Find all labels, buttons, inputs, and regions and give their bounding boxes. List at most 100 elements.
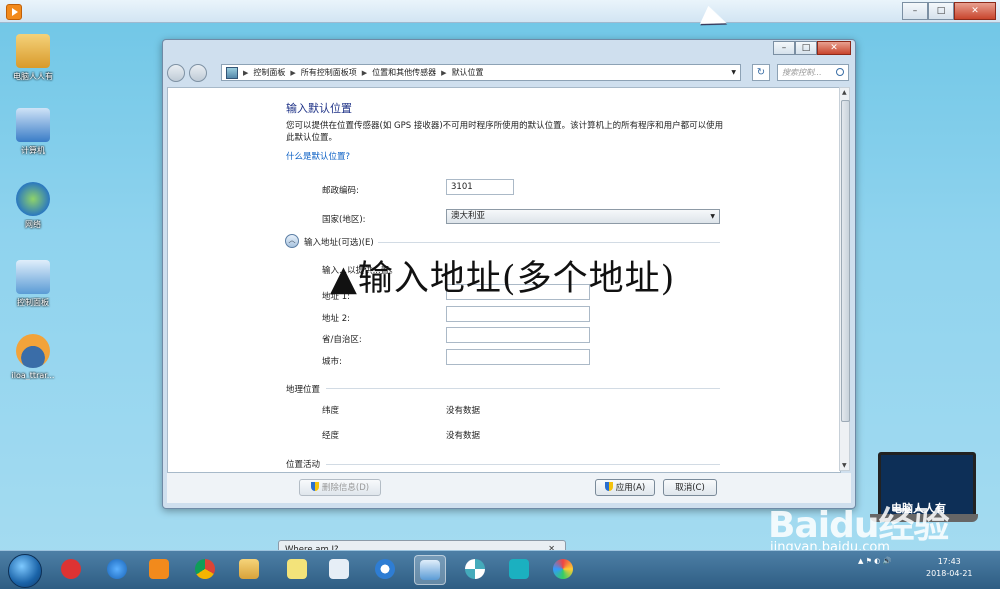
desktop-icon-network[interactable]: 网络 [6,182,60,230]
media-player-icon[interactable] [6,4,22,20]
country-select[interactable]: 澳大利亚 [446,209,720,224]
divider [378,242,720,243]
taskbar-notes[interactable] [282,555,312,583]
search-icon[interactable] [836,68,844,76]
control-panel-icon [420,560,440,580]
taskbar-app[interactable] [56,555,86,583]
forward-button[interactable] [189,64,207,82]
desktop-icon-computer[interactable]: 计算机 [6,108,60,156]
breadcrumb[interactable]: ▶ 控制面板 ▶ 所有控制面板项 ▶ 位置和其他传感器 ▶ 默认位置 ▼ [221,64,741,81]
latitude-label: 纬度 [322,406,340,416]
help-link[interactable]: 什么是默认位置? [286,150,350,162]
notes-icon [287,559,307,579]
clock-date: 2018-04-21 [926,569,973,578]
close-button[interactable]: ✕ [817,41,851,55]
desktop-icon-app[interactable]: iloa_ttrar... [6,334,60,380]
button-label: 删除信息(D) [321,483,370,493]
maximize-button[interactable]: □ [795,41,817,55]
collapse-chevron-icon[interactable]: ︿ [285,234,299,248]
city-label: 城市: [322,357,342,367]
apply-button[interactable]: 应用(A) [595,479,655,496]
desktop-icon-label: 计算机 [21,146,45,155]
province-field[interactable] [446,327,590,343]
search-input[interactable]: 搜索控制... [777,64,849,81]
address2-field[interactable] [446,306,590,322]
taskbar-control-panel[interactable] [414,555,446,585]
page-description: 您可以提供在位置传感器(如 GPS 接收器)不可用时程序所使用的默认位置。该计算… [286,121,724,143]
clock-time: 17:43 [937,557,961,566]
minimize-button[interactable]: – [773,41,795,55]
taskbar-document[interactable] [324,555,354,583]
breadcrumb-item[interactable]: 所有控制面板项 [301,67,357,78]
taskbar-app2[interactable] [370,555,400,583]
postal-code-field[interactable]: 3101 [446,179,514,195]
clock[interactable]: 17:43 2018-04-21 [926,556,973,580]
desktop-icon-control-panel[interactable]: 控制面板 [6,260,60,308]
divider [326,464,720,465]
scroll-up-icon[interactable]: ▲ [842,89,847,96]
taskbar-media[interactable] [144,555,174,583]
minimize-button[interactable]: – [902,2,928,20]
longitude-label: 经度 [322,431,340,441]
chevron-right-icon[interactable]: ▶ [290,69,295,77]
divider [326,388,720,389]
postal-code-label: 邮政编码: [322,186,359,196]
vertical-scrollbar[interactable]: ▲ ▼ [839,87,850,471]
taskbar-pinwheel[interactable] [460,555,490,583]
scroll-down-icon[interactable]: ▼ [842,462,847,469]
pinwheel-icon [465,559,485,579]
ie-icon [107,559,127,579]
system-tray[interactable]: ▲ ⚑ ◐ 🔊 [858,557,891,565]
taskbar-explorer[interactable] [234,555,264,583]
outer-window-controls: – □ ✕ [902,2,996,20]
taskbar-ie[interactable] [102,555,132,583]
scrollbar-thumb[interactable] [841,100,850,422]
country-label: 国家(地区): [322,215,366,225]
city-field[interactable] [446,349,590,365]
chevron-down-icon[interactable]: ▼ [731,69,736,76]
maximize-button[interactable]: □ [928,2,954,20]
headset-icon [509,559,529,579]
search-placeholder: 搜索控制... [782,68,822,77]
outer-title-bar: – □ ✕ [0,0,1000,23]
address2-label: 地址 2: [322,314,350,324]
window-controls: – □ ✕ [773,41,851,55]
button-label: 应用(A) [615,483,646,493]
back-button[interactable] [167,64,185,82]
network-globe-icon [16,182,50,216]
chevron-right-icon[interactable]: ▶ [362,69,367,77]
desktop-icon-user-folder[interactable]: 电脑人人有 [6,34,60,82]
app-icon [375,559,395,579]
breadcrumb-item[interactable]: 默认位置 [452,67,484,78]
longitude-value: 没有数据 [446,431,481,441]
desktop-icon-label: iloa_ttrar... [11,371,55,380]
desktop-icon-label: 网络 [25,220,41,229]
address-section-title: 输入地址(可选)(E) [304,238,374,248]
cancel-button[interactable]: 取消(C) [663,479,717,496]
app-icon [61,559,81,579]
address-bar: ▶ 控制面板 ▶ 所有控制面板项 ▶ 位置和其他传感器 ▶ 默认位置 ▼ ↻ 搜… [167,62,851,84]
start-button[interactable] [8,554,42,588]
geo-section-title: 地理位置 [286,385,321,395]
breadcrumb-item[interactable]: 控制面板 [253,67,285,78]
activity-section-title: 位置活动 [286,460,321,470]
chevron-right-icon: ▶ [243,68,249,77]
desktop-icon-label: 电脑人人有 [13,72,53,81]
shield-icon [604,482,613,491]
province-label: 省/自治区: [322,335,362,345]
control-panel-icon [16,260,50,294]
chevron-right-icon[interactable]: ▶ [441,69,446,77]
computer-icon [16,108,50,142]
chrome-icon [195,559,215,579]
media-player-icon [149,559,169,579]
folder-icon [239,559,259,579]
taskbar-paint[interactable] [548,555,578,583]
overlay-caption: ▲输入地址(多个地址) [330,259,676,299]
taskbar-headset[interactable] [504,555,534,583]
breadcrumb-item[interactable]: 位置和其他传感器 [372,67,436,78]
page-title: 输入默认位置 [286,102,352,115]
taskbar-chrome[interactable] [190,555,220,583]
delete-info-button[interactable]: 删除信息(D) [299,479,381,496]
refresh-button[interactable]: ↻ [752,64,770,81]
close-button[interactable]: ✕ [954,2,996,20]
